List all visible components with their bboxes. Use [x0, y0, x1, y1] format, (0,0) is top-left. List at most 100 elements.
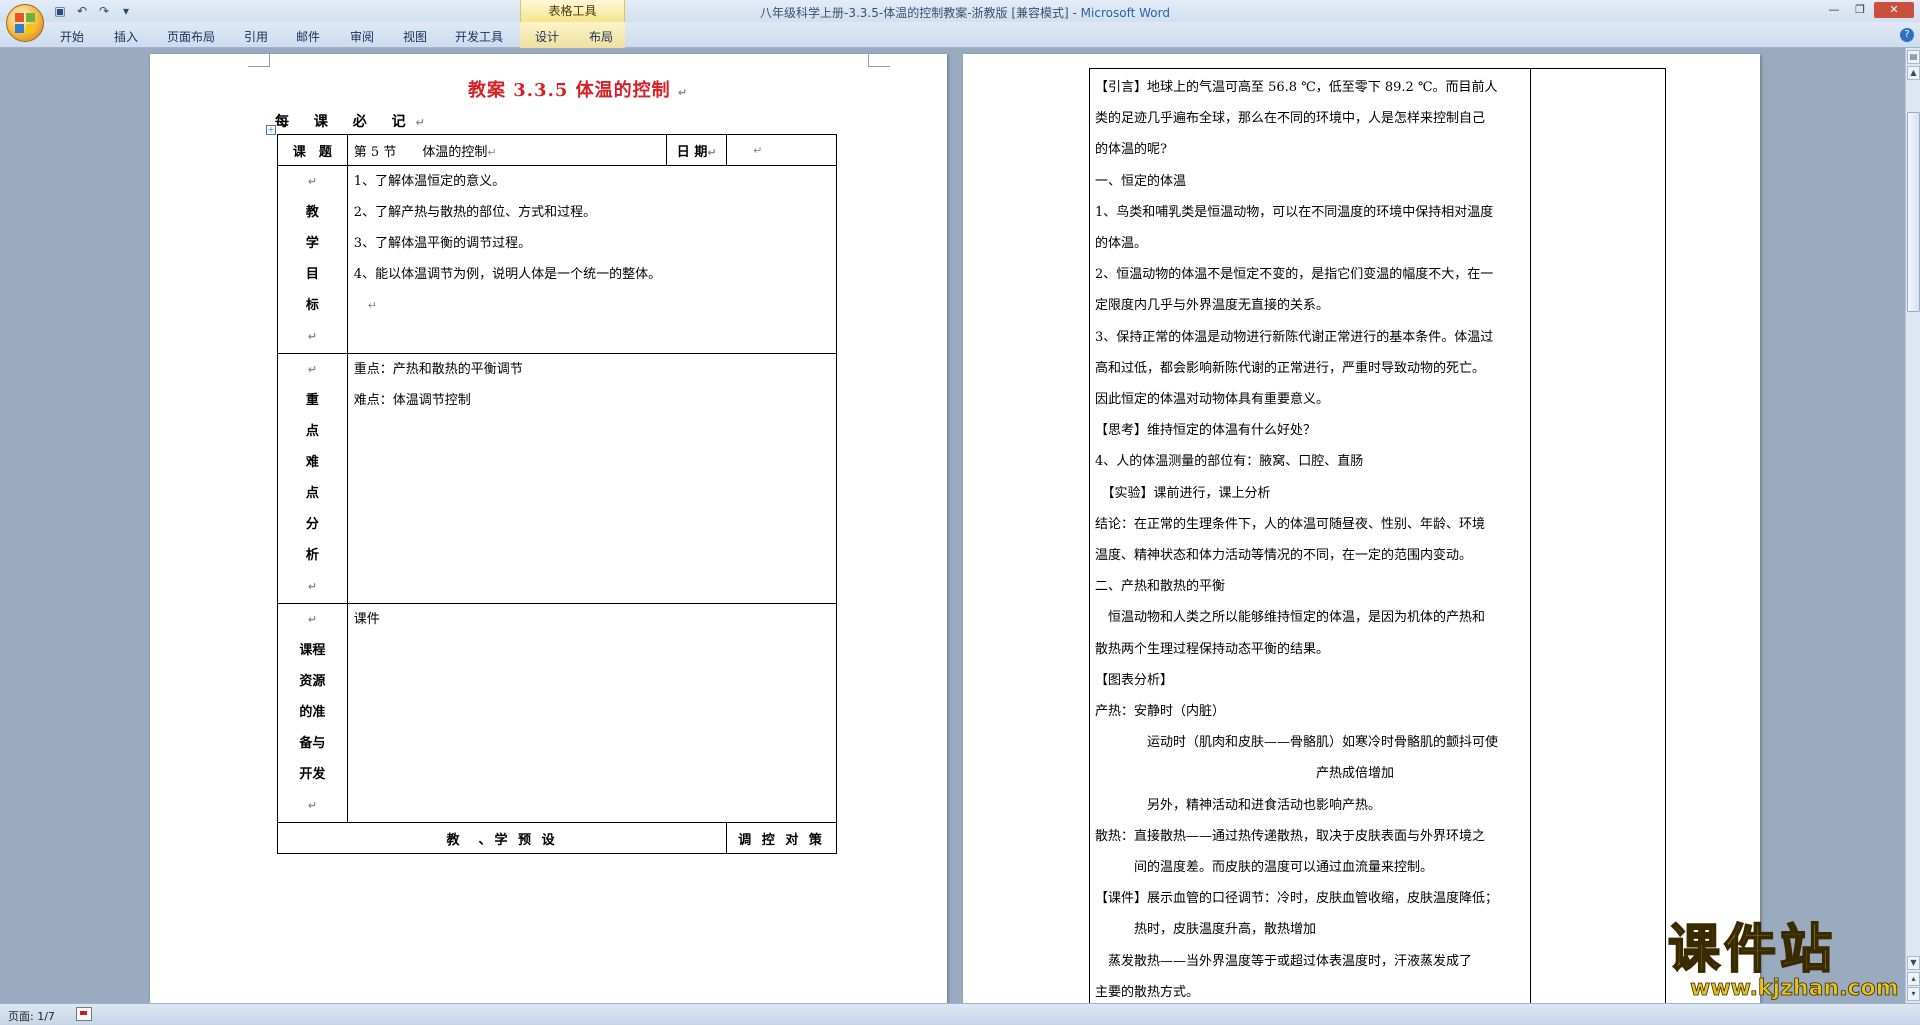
goals-label-cell: ↵ 教 学 目 标 ↵	[277, 165, 348, 354]
resource-label-cell: ↵ 课程 资源 的准 备与 开发 ↵	[277, 603, 348, 823]
scrollbar-thumb[interactable]	[1907, 112, 1920, 312]
tab-mailings[interactable]: 邮件	[296, 28, 320, 45]
scroll-down-icon[interactable]: ▼	[1907, 956, 1920, 970]
resource-content[interactable]: 课件	[346, 603, 838, 823]
key-label-char: 分	[305, 517, 319, 532]
adjustment-column[interactable]	[1531, 68, 1666, 1003]
tab-review[interactable]: 审阅	[350, 28, 374, 45]
text-line: 运动时（肌肉和皮肤——骨骼肌）如寒冷时骨骼肌的颤抖可使	[1095, 735, 1499, 751]
section-heading: 一、恒定的体温	[1095, 173, 1187, 189]
paragraph-mark: ↵	[367, 299, 378, 312]
topic-value-text: 第 5 节 体温的控制	[353, 144, 488, 160]
next-page-icon[interactable]: ▾	[1907, 987, 1920, 1001]
text-line: 定限度内几乎与外界温度无直接的关系。	[1095, 298, 1330, 314]
app-name: Microsoft Word	[1080, 6, 1170, 20]
topic-value[interactable]: 第 5 节 体温的控制↵	[346, 134, 668, 166]
save-icon[interactable]: ▣	[52, 3, 68, 19]
lesson-title-text: 教案 3.3.5 体温的控制	[468, 80, 671, 101]
tab-view[interactable]: 视图	[403, 28, 427, 45]
minimize-icon[interactable]: —	[1822, 2, 1846, 18]
window-controls: — ❐ ✕	[1822, 2, 1914, 18]
paragraph-mark: ↵	[307, 799, 317, 812]
tab-developer[interactable]: 开发工具	[455, 28, 503, 45]
window-title: 八年级科学上册-3.3.5-体温的控制教案-浙教版 [兼容模式] - Micro…	[760, 4, 1170, 21]
date-label-text: 日 期	[676, 144, 708, 160]
text-line: 产热成倍增加	[1095, 766, 1395, 782]
key-points-content[interactable]: 重点：产热和散热的平衡调节 难点：体温调节控制	[346, 353, 838, 604]
page-2[interactable]: 【引言】地球上的气温可高至 56.8 ℃，低至零下 89.2 ℃。而目前人 类的…	[963, 54, 1760, 1003]
tab-insert[interactable]: 插入	[114, 28, 138, 45]
text-line: 散热两个生理过程保持动态平衡的结果。	[1095, 641, 1330, 657]
paragraph-mark: ↵	[307, 175, 317, 188]
teaching-plan-header: 教 、学 预 设	[276, 822, 728, 854]
text-line: 1、鸟类和哺乳类是恒温动物，可以在不同温度的环境中保持相对温度	[1095, 204, 1494, 220]
ruler-toggle-icon[interactable]: ▤	[1907, 50, 1920, 64]
paragraph-mark: ↵	[307, 613, 317, 626]
customize-qat-icon[interactable]: ▾	[118, 3, 134, 19]
margin-corner	[868, 53, 890, 67]
vertical-scrollbar[interactable]: ▤ ▲ ▼ ▴ ▾	[1905, 48, 1920, 1003]
resource-label-line: 资源	[299, 674, 326, 689]
proofing-icon[interactable]	[76, 1007, 92, 1021]
context-tab-group-title: 表格工具	[520, 0, 625, 22]
page-1[interactable]: 教案 3.3.5 体温的控制 ↵ 每 课 必 记↵ + 课 题 第 5 节 体温…	[150, 53, 947, 1003]
date-value[interactable]: ↵	[726, 134, 837, 166]
text-line: 【图表分析】	[1095, 672, 1174, 688]
title-bar: ▣ ↶ ↷ ▾ 表格工具 八年级科学上册-3.3.5-体温的控制教案-浙教版 […	[0, 0, 1920, 22]
tab-table-layout[interactable]: 布局	[589, 28, 613, 45]
text-line: 恒温动物和人类之所以能够维持恒定的体温，是因为机体的产热和	[1095, 610, 1486, 626]
table-move-handle-icon[interactable]: +	[266, 125, 276, 135]
lesson-title: 教案 3.3.5 体温的控制 ↵	[468, 76, 687, 102]
paragraph-mark: ↵	[487, 145, 497, 159]
previous-page-icon[interactable]: ▴	[1907, 972, 1920, 986]
paragraph-mark: ↵	[707, 145, 717, 159]
goals-label-char: 教	[305, 205, 319, 220]
text-line: 温度、精神状态和体力活动等情况的不同，在一定的范围内变动。	[1095, 548, 1473, 564]
resource-label-line: 开发	[299, 767, 326, 782]
tab-home[interactable]: 开始	[60, 28, 84, 45]
text-line: 2、恒温动物的体温不是恒定不变的，是指它们变温的幅度不大，在一	[1095, 267, 1494, 283]
goals-content[interactable]: 1、了解体温恒定的意义。 2、了解产热与散热的部位、方式和过程。 3、了解体温平…	[346, 165, 838, 354]
document-name: 八年级科学上册-3.3.5-体温的控制教案-浙教版 [兼容模式] -	[760, 6, 1081, 20]
teaching-plan-text[interactable]: 【引言】地球上的气温可高至 56.8 ℃，低至零下 89.2 ℃。而目前人 类的…	[1095, 72, 1527, 1003]
redo-icon[interactable]: ↷	[96, 3, 112, 19]
must-note-text: 每 课 必 记	[275, 114, 416, 130]
resource-label-line: 的准	[299, 705, 326, 720]
paragraph-mark: ↵	[307, 363, 317, 376]
key-point-item: 难点：体温调节控制	[353, 393, 471, 408]
tab-table-design[interactable]: 设计	[535, 28, 559, 45]
resource-label-line: 备与	[299, 736, 326, 751]
maximize-icon[interactable]: ❐	[1848, 2, 1872, 18]
close-icon[interactable]: ✕	[1874, 2, 1914, 18]
scroll-up-icon[interactable]: ▲	[1907, 66, 1920, 80]
margin-corner	[248, 53, 270, 67]
goal-item: 2、了解产热与散热的部位、方式和过程。	[353, 205, 597, 220]
tab-page-layout[interactable]: 页面布局	[167, 28, 215, 45]
text-line: 的体温的呢?	[1095, 142, 1167, 158]
paragraph-mark: ↵	[415, 116, 425, 129]
resource-value: 课件	[353, 612, 380, 627]
table-row: ↵ 重 点 难 点 分 析 ↵ 重点：产热和散热的平衡调节 难点：体温调节控制	[277, 353, 838, 604]
page-indicator[interactable]: 页面: 1/7	[8, 1008, 55, 1024]
text-line: 主要的散热方式。	[1095, 984, 1200, 1000]
text-line: 间的温度差。而皮肤的温度可以通过血流量来控制。	[1095, 860, 1434, 876]
text-line: 【思考】维持恒定的体温有什么好处？	[1095, 423, 1317, 439]
tab-references[interactable]: 引用	[244, 28, 268, 45]
key-label-char: 重	[305, 393, 319, 408]
goal-item: 3、了解体温平衡的调节过程。	[353, 236, 532, 251]
office-button[interactable]	[6, 4, 44, 42]
text-line: 散热：直接散热——通过热传递散热，取决于皮肤表面与外界环境之	[1095, 828, 1486, 844]
text-line: 类的足迹几乎遍布全球，那么在不同的环境中，人是怎样来控制自己	[1095, 111, 1486, 127]
date-label: 日 期↵	[666, 134, 728, 166]
help-icon[interactable]: ?	[1900, 28, 1914, 42]
text-line: 3、保持正常的体温是动物进行新陈代谢正常进行的基本条件。体温过	[1095, 329, 1494, 345]
table-row: 课 题 第 5 节 体温的控制↵ 日 期↵ ↵	[277, 134, 837, 166]
quick-access-toolbar: ▣ ↶ ↷ ▾	[52, 3, 134, 19]
undo-icon[interactable]: ↶	[74, 3, 90, 19]
key-label-char: 难	[305, 455, 319, 470]
key-points-label-cell: ↵ 重 点 难 点 分 析 ↵	[277, 353, 348, 604]
text-line: 产热：安静时（内脏）	[1095, 704, 1226, 720]
ribbon-tab-bar: 开始 插入 页面布局 引用 邮件 审阅 视图 开发工具 设计 布局 ?	[0, 22, 1920, 48]
text-line: 的体温。	[1095, 236, 1148, 252]
goal-item: 1、了解体温恒定的意义。	[353, 174, 506, 189]
